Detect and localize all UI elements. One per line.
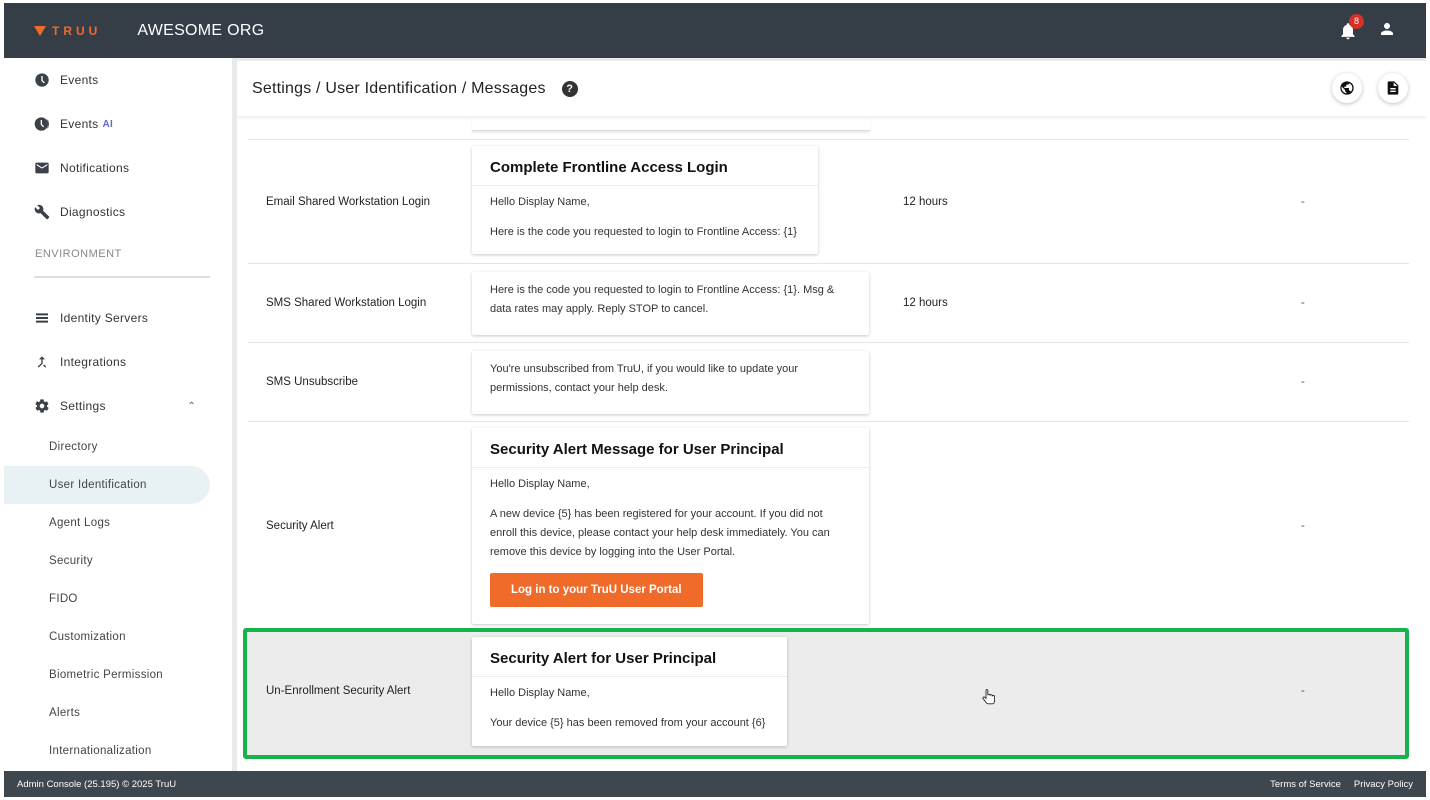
sidebar-item-label: Settings xyxy=(60,399,106,413)
message-card-partial xyxy=(472,116,870,131)
globe-icon xyxy=(1340,81,1354,95)
app-window: TRUU AWESOME ORG 8 Events Events AI Noti… xyxy=(4,3,1426,797)
privacy-link[interactable]: Privacy Policy xyxy=(1354,779,1413,790)
sidebar-item-label: Identity Servers xyxy=(60,311,149,325)
list-icon xyxy=(34,310,50,326)
card-line: data rates may apply. Reply STOP to canc… xyxy=(490,303,709,315)
card-line: Hello Display Name, xyxy=(490,687,590,699)
notifications-bell[interactable]: 8 xyxy=(1338,13,1364,43)
document-icon xyxy=(1387,81,1399,95)
message-type-name: Security Alert xyxy=(266,520,334,532)
login-portal-button[interactable]: Log in to your TruU User Portal xyxy=(490,573,703,607)
sidebar-subitem-user-identification[interactable]: User Identification xyxy=(4,466,210,504)
gear-icon xyxy=(34,398,50,414)
card-title: Security Alert Message for User Principa… xyxy=(472,428,869,468)
sidebar-item-label: Events xyxy=(60,73,99,87)
card-line: enroll this device, please contact your … xyxy=(490,527,830,539)
document-button[interactable] xyxy=(1378,73,1408,103)
message-card: Security Alert for User Principal Hello … xyxy=(472,637,787,746)
sidebar-subitem-biometric-permission[interactable]: Biometric Permission xyxy=(4,656,232,694)
card-line: permissions, contact your help desk. xyxy=(490,382,668,394)
main-content: Settings / User Identification / Message… xyxy=(237,61,1426,771)
value-dash: - xyxy=(1301,520,1305,532)
sidebar: Events Events AI Notifications Diagnosti… xyxy=(4,58,232,771)
version-text: Admin Console (25.195) © 2025 TruU xyxy=(17,778,177,790)
sidebar-item-notifications[interactable]: Notifications xyxy=(4,146,232,190)
card-line: A new device {5} has been registered for… xyxy=(490,508,823,520)
sidebar-item-identity-servers[interactable]: Identity Servers xyxy=(4,296,232,340)
card-title: Security Alert for User Principal xyxy=(472,637,787,677)
wrench-icon xyxy=(34,204,50,220)
mail-icon xyxy=(34,160,50,176)
sidebar-subitem-fido[interactable]: FIDO xyxy=(4,580,232,618)
message-type-name: SMS Shared Workstation Login xyxy=(266,297,427,309)
help-icon[interactable]: ? xyxy=(561,80,578,97)
message-card: Here is the code you requested to login … xyxy=(472,272,869,335)
card-line: You're unsubscribed from TruU, if you wo… xyxy=(490,363,799,375)
message-type-name: Email Shared Workstation Login xyxy=(266,196,431,208)
table-row[interactable]: SMS Unsubscribe You're unsubscribed from… xyxy=(248,342,1409,421)
org-name: AWESOME ORG xyxy=(137,21,265,39)
user-menu[interactable] xyxy=(1378,20,1396,43)
card-line: Your device {5} has been removed from yo… xyxy=(490,717,766,729)
truu-logo[interactable]: TRUU xyxy=(34,24,101,38)
value-dash: - xyxy=(1301,297,1305,309)
language-button[interactable] xyxy=(1332,73,1362,103)
sidebar-item-label: Notifications xyxy=(60,161,130,175)
card-title: Complete Frontline Access Login xyxy=(472,146,818,186)
page-header: Settings / User Identification / Message… xyxy=(237,61,1426,116)
duration: 12 hours xyxy=(903,196,948,208)
hand-cursor-icon xyxy=(982,689,995,705)
card-line: remove this device by logging into the U… xyxy=(490,546,736,558)
table-row[interactable]: SMS Shared Workstation Login Here is the… xyxy=(248,263,1409,342)
clock-ai-icon xyxy=(34,116,50,132)
sidebar-subitem-directory[interactable]: Directory xyxy=(4,428,232,466)
sidebar-item-events[interactable]: Events xyxy=(4,58,232,102)
section-label-environment: ENVIRONMENT xyxy=(35,248,122,260)
ai-tag: AI xyxy=(102,118,114,130)
card-line: Hello Display Name, xyxy=(490,196,590,208)
sidebar-subitem-alerts[interactable]: Alerts xyxy=(4,694,232,732)
message-type-name: SMS Unsubscribe xyxy=(266,376,359,388)
value-dash: - xyxy=(1301,196,1305,208)
duration: 12 hours xyxy=(903,297,948,309)
section-divider xyxy=(34,276,210,278)
table-row[interactable]: Security Alert Security Alert Message fo… xyxy=(248,421,1409,629)
sidebar-item-diagnostics[interactable]: Diagnostics xyxy=(4,190,232,234)
logo-text: TRUU xyxy=(52,23,102,38)
merge-icon xyxy=(34,354,50,370)
sidebar-item-label: Events xyxy=(60,117,99,131)
sidebar-item-events-ai[interactable]: Events AI xyxy=(4,102,232,146)
value-dash: - xyxy=(1301,685,1305,697)
sidebar-subitem-internationalization[interactable]: Internationalization xyxy=(4,732,232,770)
message-card: Complete Frontline Access Login Hello Di… xyxy=(472,146,818,254)
card-line: Hello Display Name, xyxy=(490,478,590,490)
sidebar-item-settings[interactable]: Settings ⌃ xyxy=(4,384,232,428)
card-line: Here is the code you requested to login … xyxy=(490,284,835,296)
sidebar-subitem-customization[interactable]: Customization xyxy=(4,618,232,656)
breadcrumb: Settings / User Identification / Message… xyxy=(252,79,546,97)
notification-badge: 8 xyxy=(1349,13,1364,29)
top-bar: TRUU AWESOME ORG 8 xyxy=(4,3,1426,58)
table-row[interactable]: Email Shared Workstation Login Complete … xyxy=(248,139,1409,263)
sidebar-item-integrations[interactable]: Integrations xyxy=(4,340,232,384)
sidebar-subitem-security[interactable]: Security xyxy=(4,542,232,580)
message-card: You're unsubscribed from TruU, if you wo… xyxy=(472,351,869,414)
sidebar-item-label: Integrations xyxy=(60,355,127,369)
chevron-up-icon[interactable]: ⌃ xyxy=(187,401,196,412)
user-icon xyxy=(1381,23,1393,35)
message-type-name: Un-Enrollment Security Alert xyxy=(266,685,411,697)
terms-link[interactable]: Terms of Service xyxy=(1270,779,1341,790)
card-line: Here is the code you requested to login … xyxy=(490,226,797,238)
sidebar-subitem-agent-logs[interactable]: Agent Logs xyxy=(4,504,232,542)
footer: Admin Console (25.195) © 2025 TruU Terms… xyxy=(4,771,1426,797)
highlighted-row[interactable]: Un-Enrollment Security Alert Security Al… xyxy=(243,628,1409,759)
messages-table: Email Shared Workstation Login Complete … xyxy=(237,116,1426,771)
clock-icon xyxy=(34,72,50,88)
message-card: Security Alert Message for User Principa… xyxy=(472,428,869,624)
value-dash: - xyxy=(1301,376,1305,388)
logo-mark-icon xyxy=(34,25,46,36)
sidebar-item-label: Diagnostics xyxy=(60,205,126,219)
